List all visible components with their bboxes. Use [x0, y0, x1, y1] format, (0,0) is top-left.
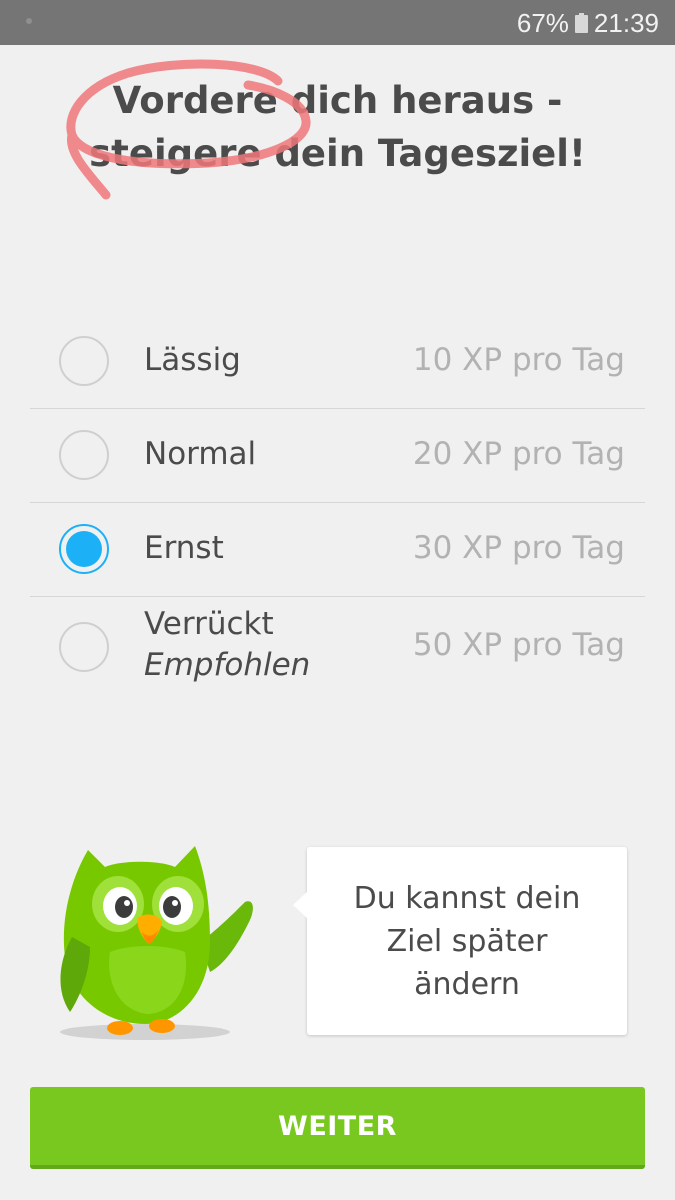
bubble-line-2: Ziel später — [386, 923, 548, 959]
speech-bubble: Du kannst dein Ziel später ändern — [293, 847, 627, 1035]
status-bar: 67% 21:39 — [0, 0, 675, 45]
goal-option-casual[interactable]: Lässig 10 XP pro Tag — [30, 315, 645, 409]
goal-option-insane[interactable]: Verrückt Empfohlen 50 XP pro Tag — [30, 597, 645, 701]
status-right: 67% 21:39 — [517, 6, 659, 40]
radio-serious[interactable] — [59, 524, 109, 574]
goal-option-xp: 50 XP pro Tag — [412, 627, 625, 663]
daily-goal-screen: 67% 21:39 Vordere dich heraus - steigere… — [0, 0, 675, 1200]
goal-option-label: Normal — [144, 436, 257, 472]
title-line-1: Vordere dich heraus - — [112, 79, 563, 122]
goal-options-list: Lässig 10 XP pro Tag Normal 20 XP pro Ta… — [30, 315, 645, 701]
bubble-line-1: Du kannst dein — [353, 880, 581, 916]
bubble-line-3: ändern — [414, 966, 520, 1002]
clock: 21:39 — [593, 7, 659, 38]
radio-insane[interactable] — [59, 622, 109, 672]
battery-icon — [574, 13, 588, 33]
recommended-label: Empfohlen — [144, 647, 311, 683]
goal-option-serious[interactable]: Ernst 30 XP pro Tag — [30, 503, 645, 597]
radio-regular[interactable] — [59, 430, 109, 480]
goal-option-label: Ernst — [144, 530, 224, 566]
goal-option-label: Lässig — [144, 342, 241, 378]
speech-bubble-tail — [293, 891, 308, 919]
battery-percent: 67% — [516, 7, 569, 38]
title-line-2: steigere dein Tagesziel! — [89, 132, 586, 175]
goal-option-label: Verrückt — [144, 606, 274, 642]
notification-dot-icon — [26, 18, 32, 24]
page-title: Vordere dich heraus - steigere dein Tage… — [0, 74, 675, 180]
goal-option-xp: 30 XP pro Tag — [412, 530, 625, 566]
goal-option-xp: 10 XP pro Tag — [412, 342, 625, 378]
radio-casual[interactable] — [59, 336, 109, 386]
speech-bubble-text: Du kannst dein Ziel später ändern — [317, 877, 617, 1006]
goal-option-regular[interactable]: Normal 20 XP pro Tag — [30, 409, 645, 503]
owl-mascot-icon — [60, 846, 253, 1040]
goal-option-xp: 20 XP pro Tag — [412, 436, 625, 472]
continue-button[interactable]: WEITER — [30, 1087, 645, 1169]
